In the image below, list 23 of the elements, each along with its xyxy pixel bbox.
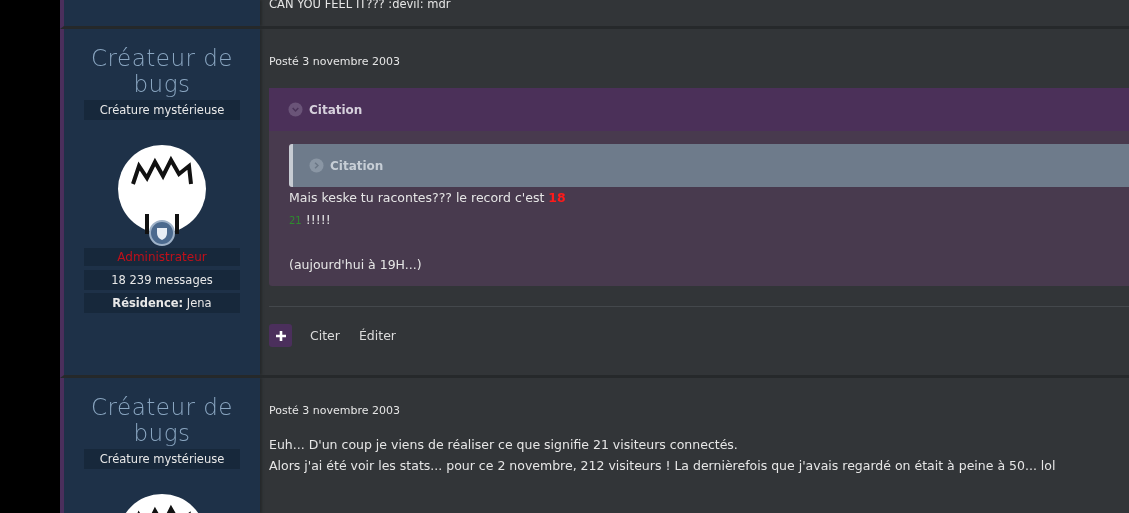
quote-text: Mais keske tu racontes??? le record c'est 18 <box>289 190 566 205</box>
post-date: Posté 3 novembre 2003 <box>269 404 401 419</box>
post-text: CAN YOU FEEL IT??? :devil: mdr <box>269 0 452 11</box>
user-rank: Créature mystérieuse <box>84 449 240 469</box>
action-link[interactable]: Citer <box>310 328 340 343</box>
avatar-icon[interactable] <box>117 144 207 234</box>
user-rank: Créature mystérieuse <box>84 100 240 120</box>
quote-title: Citation <box>330 158 384 173</box>
quote-header[interactable]: Citation <box>269 88 1129 131</box>
shield-icon <box>149 220 175 246</box>
quote-title: Citation <box>309 102 363 117</box>
action-link[interactable]: Éditer <box>358 328 396 343</box>
post-text: Alors j'ai été voir les stats... pour ce 2 novembre, 212 visiteurs ! La dernièrefois que j'avais regardé on était à peine à 50... lol <box>269 457 1057 475</box>
plus-button[interactable] <box>269 324 292 347</box>
post-date: Posté 3 novembre 2003 <box>269 55 401 70</box>
quote-text: 21 !!!!! <box>289 212 331 227</box>
quote-text: (aujourd'hui à 19H...) <box>289 257 422 272</box>
residence-text: Résidence: Jena <box>84 293 240 313</box>
author-name[interactable]: Créateur de bugs <box>87 394 237 446</box>
author-name[interactable]: Créateur de bugs <box>87 45 237 97</box>
post-count: 18 239 messages <box>84 270 240 290</box>
post-text: Euh... D'un coup je viens de réaliser ce que signifie 21 visiteurs connectés. <box>269 436 739 454</box>
plus-icon <box>274 329 287 342</box>
